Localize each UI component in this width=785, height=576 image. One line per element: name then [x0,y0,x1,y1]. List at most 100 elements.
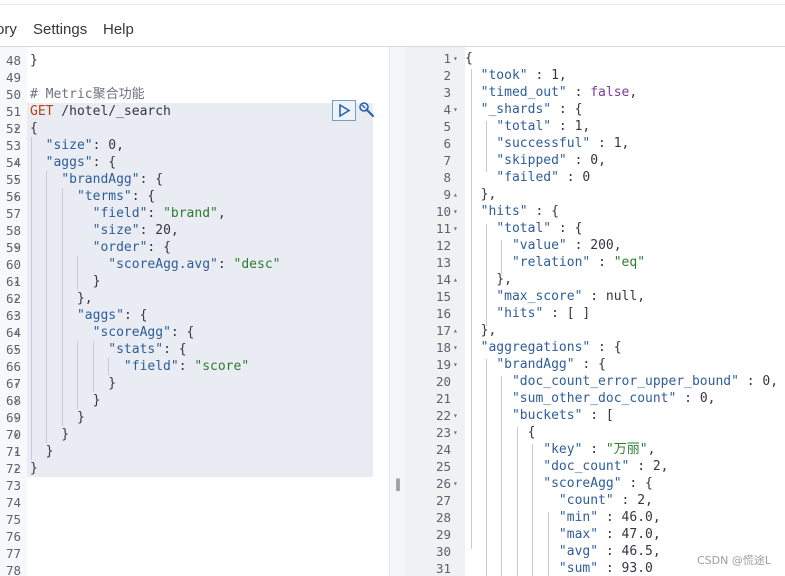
fold-open-icon[interactable]: ▾ [14,239,19,256]
code-text: } [30,443,54,460]
code-line: 63 ▾ "aggs": { [0,307,389,324]
fold-open-icon[interactable]: ▾ [14,120,19,137]
code-text: } [30,392,101,409]
code-token: "万丽" [605,442,648,457]
code-line: 51 GET /hotel/_search [0,103,389,120]
code-text: "sum_other_doc_count" : 0, [465,390,716,407]
fold-open-icon[interactable]: ▾ [14,154,19,171]
fold-close-icon[interactable]: ▴ [14,392,19,409]
fold-open-icon[interactable]: ▾ [453,220,458,237]
code-text: "min" : 46.0, [465,509,661,526]
code-line: 66 "field": "score" [0,358,389,375]
line-number: 17 [435,323,451,338]
fold-open-icon[interactable]: ▾ [14,341,19,358]
fold-open-icon[interactable]: ▾ [14,188,19,205]
fold-open-icon[interactable]: ▾ [453,50,458,67]
code-text: "doc_count" : 2, [465,458,668,475]
watermark: CSDN @慌途L [697,554,771,567]
code-text: } [30,460,38,477]
code-text: }, [465,271,512,288]
fold-open-icon[interactable]: ▾ [453,424,458,441]
fold-close-icon[interactable]: ▴ [453,322,458,339]
code-line: 71 ▴ } [0,443,389,460]
code-line: 10 ▾ "hits" : { [405,203,785,220]
fold-close-icon[interactable]: ▴ [14,460,19,477]
code-text: "field": "brand", [30,205,226,222]
fold-close-icon[interactable]: ▴ [14,273,19,290]
menu-settings[interactable]: Settings [33,21,87,38]
wrench-button[interactable] [358,100,376,121]
menu-history[interactable]: ory [0,21,17,38]
fold-open-icon[interactable]: ▾ [14,324,19,341]
code-text: "aggs": { [30,154,116,171]
fold-open-icon[interactable]: ▾ [453,407,458,424]
fold-open-icon[interactable]: ▾ [453,203,458,220]
code-token: { [30,121,38,136]
code-token: "total" [496,119,552,134]
code-line: 26 ▾ "scoreAgg" : { [405,475,785,492]
code-token: : 46.5, [598,544,661,559]
fold-close-icon[interactable]: ▴ [14,443,19,460]
code-token: : 200, [566,238,622,253]
code-token: "doc_count_error_upper_bound" [511,374,739,389]
code-token: : { [551,102,583,117]
code-text: GET /hotel/_search [30,103,171,120]
fold-open-icon[interactable]: ▾ [453,339,458,356]
code-line: 11 ▾ "total" : { [405,220,785,237]
code-token: "scoreAgg" [543,476,622,491]
fold-open-icon[interactable]: ▾ [453,356,458,373]
request-editor[interactable]: 48} 49 50 # Metric聚合功能 51 GET /hotel/_search 5… [0,47,389,576]
fold-open-icon[interactable]: ▾ [453,475,458,492]
code-line: 68 ▴ } [0,392,389,409]
code-text: "count" : 2, [465,492,653,509]
code-token: "skipped" [496,153,567,168]
code-token: "successful" [496,136,591,151]
send-request-button[interactable] [332,100,356,121]
fold-close-icon[interactable]: ▴ [14,409,19,426]
line-number: 12 [435,238,451,253]
line-number: 26 [435,476,451,491]
code-line: 61 ▴ } [0,273,389,290]
fold-close-icon[interactable]: ▴ [14,426,19,443]
code-line: 67 ▴ } [0,375,389,392]
code-token: "took" [480,68,528,83]
fold-close-icon[interactable]: ▴ [453,271,458,288]
code-line: 5 "total" : 1, [405,118,785,135]
code-line: 65 ▾ "stats": { [0,341,389,358]
line-number: 77 [5,546,21,561]
fold-open-icon[interactable]: ▾ [14,307,19,324]
code-line: 56 ▾ "terms": { [0,188,389,205]
code-token: } [30,393,101,408]
code-token: "relation" [511,255,591,270]
fold-open-icon[interactable]: ▾ [453,101,458,118]
line-number: 53 [5,138,21,153]
code-text: }, [465,322,497,339]
fold-close-icon[interactable]: ▴ [14,290,19,307]
line-number: 66 [5,359,21,374]
line-number: 13 [435,255,451,270]
code-line: 52 ▾{ [0,120,389,137]
fold-close-icon[interactable]: ▴ [453,186,458,203]
code-token: : [590,255,614,270]
fold-close-icon[interactable]: ▴ [14,375,19,392]
line-number: 58 [5,223,21,238]
code-line: 29 "max" : 47.0, [405,526,785,543]
code-token: : [582,442,606,457]
code-token: "brandAgg" [61,172,140,187]
code-text: { [465,424,536,441]
fold-open-icon[interactable]: ▾ [14,171,19,188]
code-line: 12 "value" : 200, [405,237,785,254]
code-token: : { [123,308,148,323]
code-token: GET [30,104,54,119]
menu-help[interactable]: Help [103,21,134,38]
code-line: 60 "scoreAgg.avg": "desc" [0,256,389,273]
